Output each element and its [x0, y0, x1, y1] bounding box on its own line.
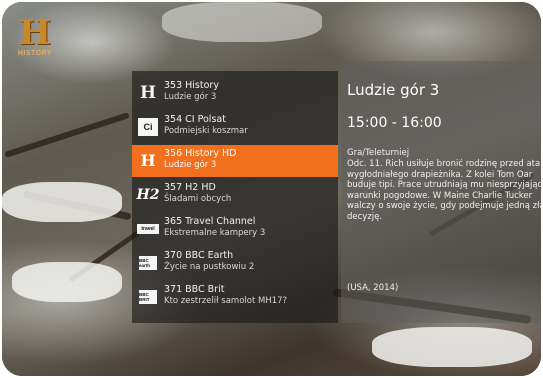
- channel-name: 365 Travel Channel: [164, 216, 256, 227]
- channel-row[interactable]: Ci 354 CI Polsat Podmiejski koszmar: [132, 111, 338, 143]
- channel-name: 354 CI Polsat: [164, 114, 226, 125]
- program-origin: (USA, 2014): [347, 283, 399, 293]
- snow-patch: [372, 327, 532, 367]
- channel-name: 357 H2 HD: [164, 182, 216, 193]
- channel-row[interactable]: BBC BRIT 371 BBC Brit Kto zestrzelił sam…: [132, 281, 338, 313]
- program-title: Śladami obcych: [164, 194, 232, 204]
- program-title: Ekstremalne kampery 3: [164, 228, 266, 238]
- logo-letter: H: [18, 13, 52, 53]
- channel-list: H 353 History Ludzie gór 3 Ci 354 CI Pol…: [132, 71, 338, 323]
- program-description: Odc. 11. Rich usiłuje bronić rodzinę prz…: [347, 159, 541, 222]
- program-title: Kto zestrzelił samolot MH17?: [164, 296, 288, 306]
- travel-channel-logo-icon: travel: [137, 218, 159, 240]
- logo-text: HISTORY: [17, 50, 53, 57]
- program-time: 15:00 - 16:00: [347, 115, 442, 131]
- program-title: Ludzie gór 3: [164, 160, 217, 170]
- program-detail-panel: Ludzie gór 3 15:00 - 16:00 Gra/Teleturni…: [341, 61, 541, 323]
- history-channel-logo: H HISTORY: [16, 16, 54, 60]
- tree-branch: [4, 112, 130, 158]
- channel-row[interactable]: H 353 History Ludzie gór 3: [132, 77, 338, 109]
- channel-row[interactable]: BBC earth 370 BBC Earth Życie na pustkow…: [132, 247, 338, 279]
- channel-name: 356 History HD: [164, 148, 237, 159]
- program-detail-title: Ludzie gór 3: [347, 81, 440, 99]
- ci-polsat-logo-icon: Ci: [137, 116, 159, 138]
- channel-name: 370 BBC Earth: [164, 250, 234, 261]
- bbc-earth-logo-icon: BBC earth: [137, 252, 159, 274]
- program-title: Podmiejski koszmar: [164, 126, 248, 136]
- snow-patch: [162, 2, 322, 42]
- program-title: Życie na pustkowiu 2: [164, 262, 255, 272]
- program-title: Ludzie gór 3: [164, 92, 217, 102]
- channel-name: 371 BBC Brit: [164, 284, 225, 295]
- history-hd-logo-icon: H: [140, 151, 156, 170]
- snow-patch: [12, 262, 122, 302]
- channel-name: 353 History: [164, 80, 219, 91]
- tv-screen: H HISTORY H 353 History Ludzie gór 3 Ci …: [2, 2, 541, 376]
- channel-row-selected[interactable]: H 356 History HD Ludzie gór 3: [132, 145, 338, 177]
- program-genre: Gra/Teleturniej: [347, 148, 410, 158]
- channel-row[interactable]: travel 365 Travel Channel Ekstremalne ka…: [132, 213, 338, 245]
- bbc-brit-logo-icon: BBC BRIT: [137, 286, 159, 308]
- channel-row[interactable]: H2 357 H2 HD Śladami obcych: [132, 179, 338, 211]
- history-logo-icon: H: [139, 83, 157, 103]
- snow-patch: [2, 182, 122, 222]
- h2-logo-icon: H2: [136, 187, 160, 203]
